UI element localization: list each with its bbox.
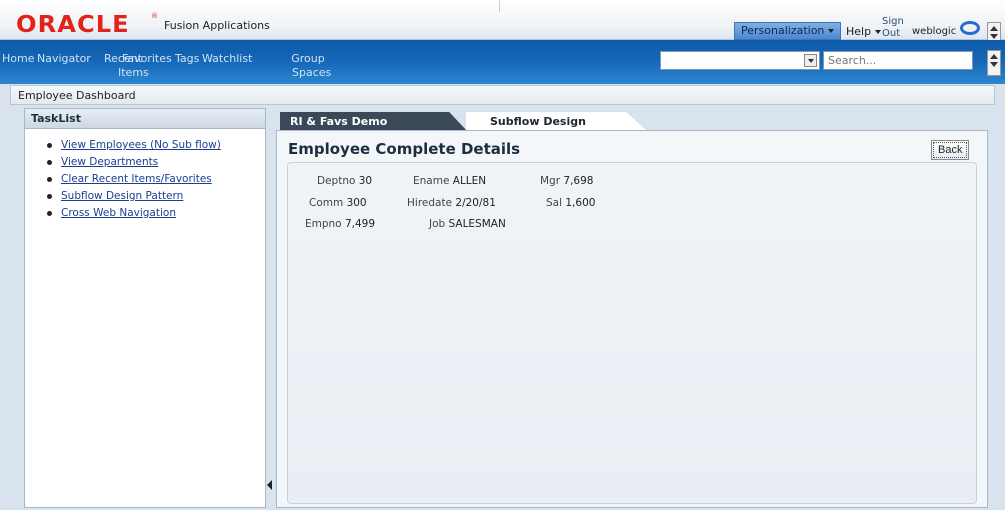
- field-ename: Ename ALLEN: [413, 175, 486, 187]
- signout-link[interactable]: Sign Out: [882, 16, 904, 40]
- tasklist-list: View Employees (No Sub flow) View Depart…: [25, 129, 265, 222]
- field-value: 2/20/81: [455, 197, 496, 209]
- field-value: 7,499: [344, 218, 376, 230]
- nav-navigator[interactable]: Navigator: [37, 52, 91, 65]
- field-label: Sal: [546, 197, 563, 209]
- page-title: Employee Dashboard: [10, 85, 995, 105]
- tab-ri-favs-demo[interactable]: RI & Favs Demo Introduction: [280, 112, 468, 132]
- task-link-clear-recent[interactable]: Clear Recent Items/Favorites: [61, 173, 212, 185]
- field-value: 30: [358, 175, 373, 187]
- oracle-logo: ORACLE: [16, 12, 130, 38]
- global-nav-bar: Home Navigator Recent Favorites Tags Wat…: [0, 40, 1005, 84]
- task-link-subflow-design[interactable]: Subflow Design Pattern: [61, 190, 183, 202]
- list-item: Cross Web Navigation: [45, 205, 265, 222]
- tasklist-panel: TaskList View Employees (No Sub flow) Vi…: [24, 108, 266, 508]
- collapse-pane-icon[interactable]: [267, 480, 272, 490]
- dropdown-button[interactable]: [804, 54, 817, 67]
- details-form-area: [287, 162, 977, 504]
- chevron-down-icon: [807, 59, 814, 63]
- status-indicator-icon: [960, 21, 980, 35]
- user-name: weblogic: [912, 26, 957, 37]
- field-mgr: Mgr 7,698: [540, 175, 593, 187]
- search-input[interactable]: [823, 51, 973, 70]
- nav-watchlist[interactable]: Watchlist: [202, 52, 252, 65]
- field-empno: Empno 7,499: [305, 218, 375, 230]
- help-label: Help: [846, 25, 872, 38]
- field-deptno: Deptno 30: [317, 175, 372, 187]
- field-label: Ename: [413, 175, 450, 187]
- list-item: View Employees (No Sub flow): [45, 137, 265, 154]
- field-value: ALLEN: [452, 175, 487, 187]
- field-sal: Sal 1,600: [546, 197, 595, 209]
- tab-subflow-design-pattern[interactable]: Subflow Design Pattern: [466, 112, 648, 132]
- list-item: Subflow Design Pattern: [45, 188, 265, 205]
- app-name: Fusion Applications: [164, 19, 270, 32]
- scroll-down-icon[interactable]: [990, 34, 998, 39]
- nav-favorites[interactable]: Favorites: [122, 52, 172, 65]
- personalization-label: Personalization: [741, 24, 825, 37]
- registered-mark: ®: [151, 12, 158, 20]
- field-label: Comm: [309, 197, 344, 209]
- nav-group[interactable]: Group: [248, 52, 368, 65]
- field-comm: Comm 300: [309, 197, 367, 209]
- field-value: 1,600: [565, 197, 596, 209]
- search-category-select[interactable]: [660, 51, 820, 70]
- scrollbar[interactable]: [987, 50, 1001, 76]
- nav-recent-items-sub[interactable]: Items: [118, 66, 149, 79]
- scroll-up-icon[interactable]: [990, 26, 998, 31]
- field-value: SALESMAN: [448, 218, 506, 230]
- chevron-down-icon: [828, 29, 835, 33]
- nav-tags[interactable]: Tags: [175, 52, 199, 65]
- browser-tab-divider: [270, 0, 500, 12]
- chevron-down-icon: [875, 30, 882, 34]
- task-link-view-departments[interactable]: View Departments: [61, 156, 158, 168]
- content-panel: [276, 130, 988, 508]
- field-label: Job: [429, 218, 446, 230]
- task-link-view-employees[interactable]: View Employees (No Sub flow): [61, 139, 221, 151]
- field-value: 7,698: [563, 175, 594, 187]
- details-title: Employee Complete Details: [288, 140, 521, 158]
- field-label: Hiredate: [407, 197, 453, 209]
- branding-bar: ORACLE ® Fusion Applications Personaliza…: [0, 0, 1005, 52]
- back-button[interactable]: Back: [931, 140, 970, 160]
- tasklist-header: TaskList: [25, 109, 265, 129]
- scroll-up-icon[interactable]: [990, 54, 998, 59]
- field-value: 300: [346, 197, 367, 209]
- help-menu[interactable]: Help: [846, 25, 882, 38]
- field-label: Empno: [305, 218, 342, 230]
- nav-home[interactable]: Home: [2, 52, 34, 65]
- field-label: Deptno: [317, 175, 356, 187]
- personalization-menu[interactable]: Personalization: [734, 22, 842, 40]
- field-job: Job SALESMAN: [429, 218, 506, 230]
- scroll-down-icon[interactable]: [990, 62, 998, 67]
- list-item: View Departments: [45, 154, 265, 171]
- list-item: Clear Recent Items/Favorites: [45, 171, 265, 188]
- nav-group-spaces-sub[interactable]: Spaces: [292, 66, 331, 79]
- field-hiredate: Hiredate 2/20/81: [407, 197, 496, 209]
- field-label: Mgr: [540, 175, 561, 187]
- task-link-cross-web-nav[interactable]: Cross Web Navigation: [61, 207, 176, 219]
